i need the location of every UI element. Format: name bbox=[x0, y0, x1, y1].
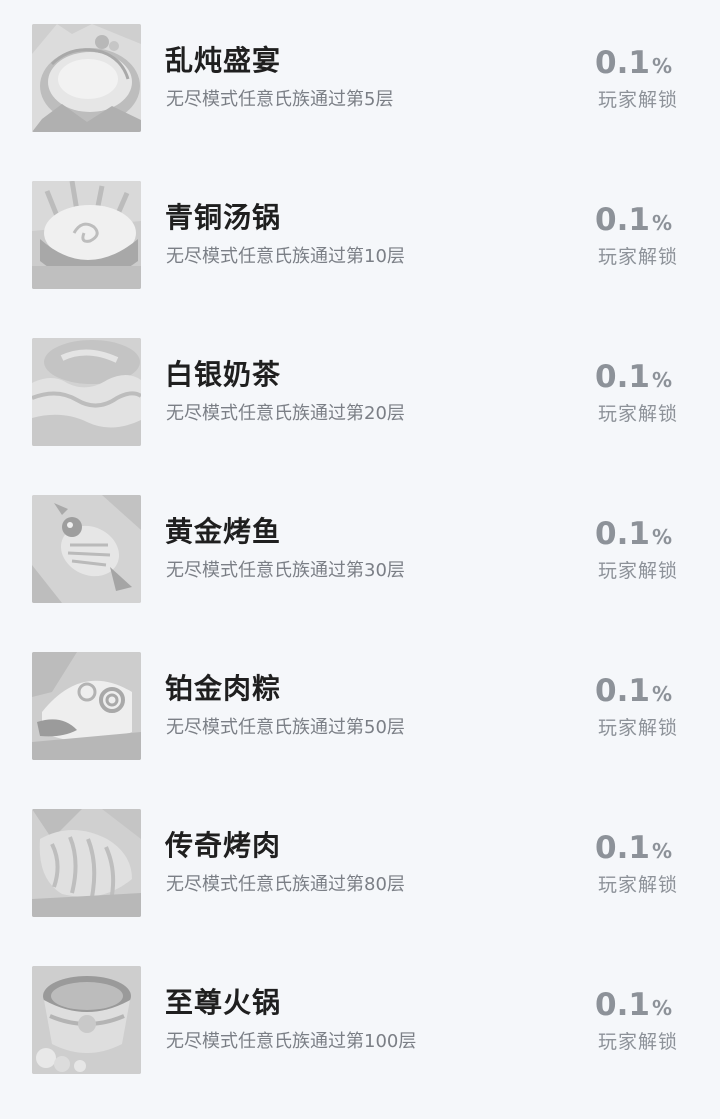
unlock-percentage-value: 0.1 bbox=[595, 673, 650, 709]
unlock-percentage: 0.1% bbox=[552, 201, 672, 244]
unlock-percentage-value: 0.1 bbox=[595, 45, 650, 81]
percent-sign: % bbox=[651, 368, 672, 392]
achievement-row[interactable]: 至尊火锅 无尽模式任意氏族通过第100层 0.1% 玩家解锁 bbox=[0, 966, 720, 1076]
achievement-row[interactable]: 白银奶茶 无尽模式任意氏族通过第20层 0.1% 玩家解锁 bbox=[0, 338, 720, 448]
unlock-percentage-value: 0.1 bbox=[595, 516, 650, 552]
unlock-status-label: 玩家解锁 bbox=[597, 1031, 678, 1053]
unlock-percentage: 0.1% bbox=[552, 986, 672, 1029]
achievement-title: 黄金烤鱼 bbox=[165, 515, 282, 548]
percent-sign: % bbox=[651, 54, 672, 78]
achievement-condition: 无尽模式任意氏族通过第20层 bbox=[166, 403, 405, 424]
unlock-status-label: 玩家解锁 bbox=[597, 560, 678, 582]
achievement-condition: 无尽模式任意氏族通过第30层 bbox=[166, 560, 405, 581]
achievement-condition: 无尽模式任意氏族通过第10层 bbox=[166, 246, 405, 267]
unlock-status-label: 玩家解锁 bbox=[597, 246, 678, 268]
unlock-percentage: 0.1% bbox=[552, 829, 672, 872]
unlock-status-label: 玩家解锁 bbox=[597, 89, 678, 111]
achievement-row[interactable]: 乱炖盛宴 无尽模式任意氏族通过第5层 0.1% 玩家解锁 bbox=[0, 24, 720, 134]
supreme-hotpot-icon bbox=[32, 966, 141, 1074]
unlock-status-label: 玩家解锁 bbox=[597, 717, 678, 739]
achievement-condition: 无尽模式任意氏族通过第100层 bbox=[166, 1031, 417, 1052]
golden-grilled-fish-icon bbox=[32, 495, 141, 603]
achievement-title: 至尊火锅 bbox=[165, 986, 282, 1019]
unlock-percentage-value: 0.1 bbox=[595, 202, 650, 238]
percent-sign: % bbox=[651, 682, 672, 706]
bronze-soup-pot-icon bbox=[32, 181, 141, 289]
achievement-title: 青铜汤锅 bbox=[165, 201, 282, 234]
achievement-row[interactable]: 黄金烤鱼 无尽模式任意氏族通过第30层 0.1% 玩家解锁 bbox=[0, 495, 720, 605]
achievement-row[interactable]: 传奇烤肉 无尽模式任意氏族通过第80层 0.1% 玩家解锁 bbox=[0, 809, 720, 919]
achievement-condition: 无尽模式任意氏族通过第80层 bbox=[166, 874, 405, 895]
achievement-title: 乱炖盛宴 bbox=[165, 44, 282, 77]
stew-feast-icon bbox=[32, 24, 141, 132]
achievement-row[interactable]: 铂金肉粽 无尽模式任意氏族通过第50层 0.1% 玩家解锁 bbox=[0, 652, 720, 762]
unlock-percentage-value: 0.1 bbox=[595, 359, 650, 395]
achievement-condition: 无尽模式任意氏族通过第5层 bbox=[166, 89, 394, 110]
achievement-condition: 无尽模式任意氏族通过第50层 bbox=[166, 717, 405, 738]
platinum-meat-dumpling-icon bbox=[32, 652, 141, 760]
unlock-status-label: 玩家解锁 bbox=[597, 874, 678, 896]
achievement-title: 白银奶茶 bbox=[165, 358, 282, 391]
unlock-percentage-value: 0.1 bbox=[595, 987, 650, 1023]
achievement-title: 铂金肉粽 bbox=[165, 672, 282, 705]
percent-sign: % bbox=[651, 211, 672, 235]
percent-sign: % bbox=[651, 839, 672, 863]
unlock-percentage: 0.1% bbox=[552, 672, 672, 715]
legendary-roast-meat-icon bbox=[32, 809, 141, 917]
achievement-row[interactable]: 青铜汤锅 无尽模式任意氏族通过第10层 0.1% 玩家解锁 bbox=[0, 181, 720, 291]
unlock-percentage: 0.1% bbox=[552, 515, 672, 558]
unlock-percentage: 0.1% bbox=[552, 358, 672, 401]
silver-milk-tea-icon bbox=[32, 338, 141, 446]
percent-sign: % bbox=[651, 525, 672, 549]
unlock-status-label: 玩家解锁 bbox=[597, 403, 678, 425]
unlock-percentage-value: 0.1 bbox=[595, 830, 650, 866]
percent-sign: % bbox=[651, 996, 672, 1020]
unlock-percentage: 0.1% bbox=[552, 44, 672, 87]
achievement-title: 传奇烤肉 bbox=[165, 829, 282, 862]
